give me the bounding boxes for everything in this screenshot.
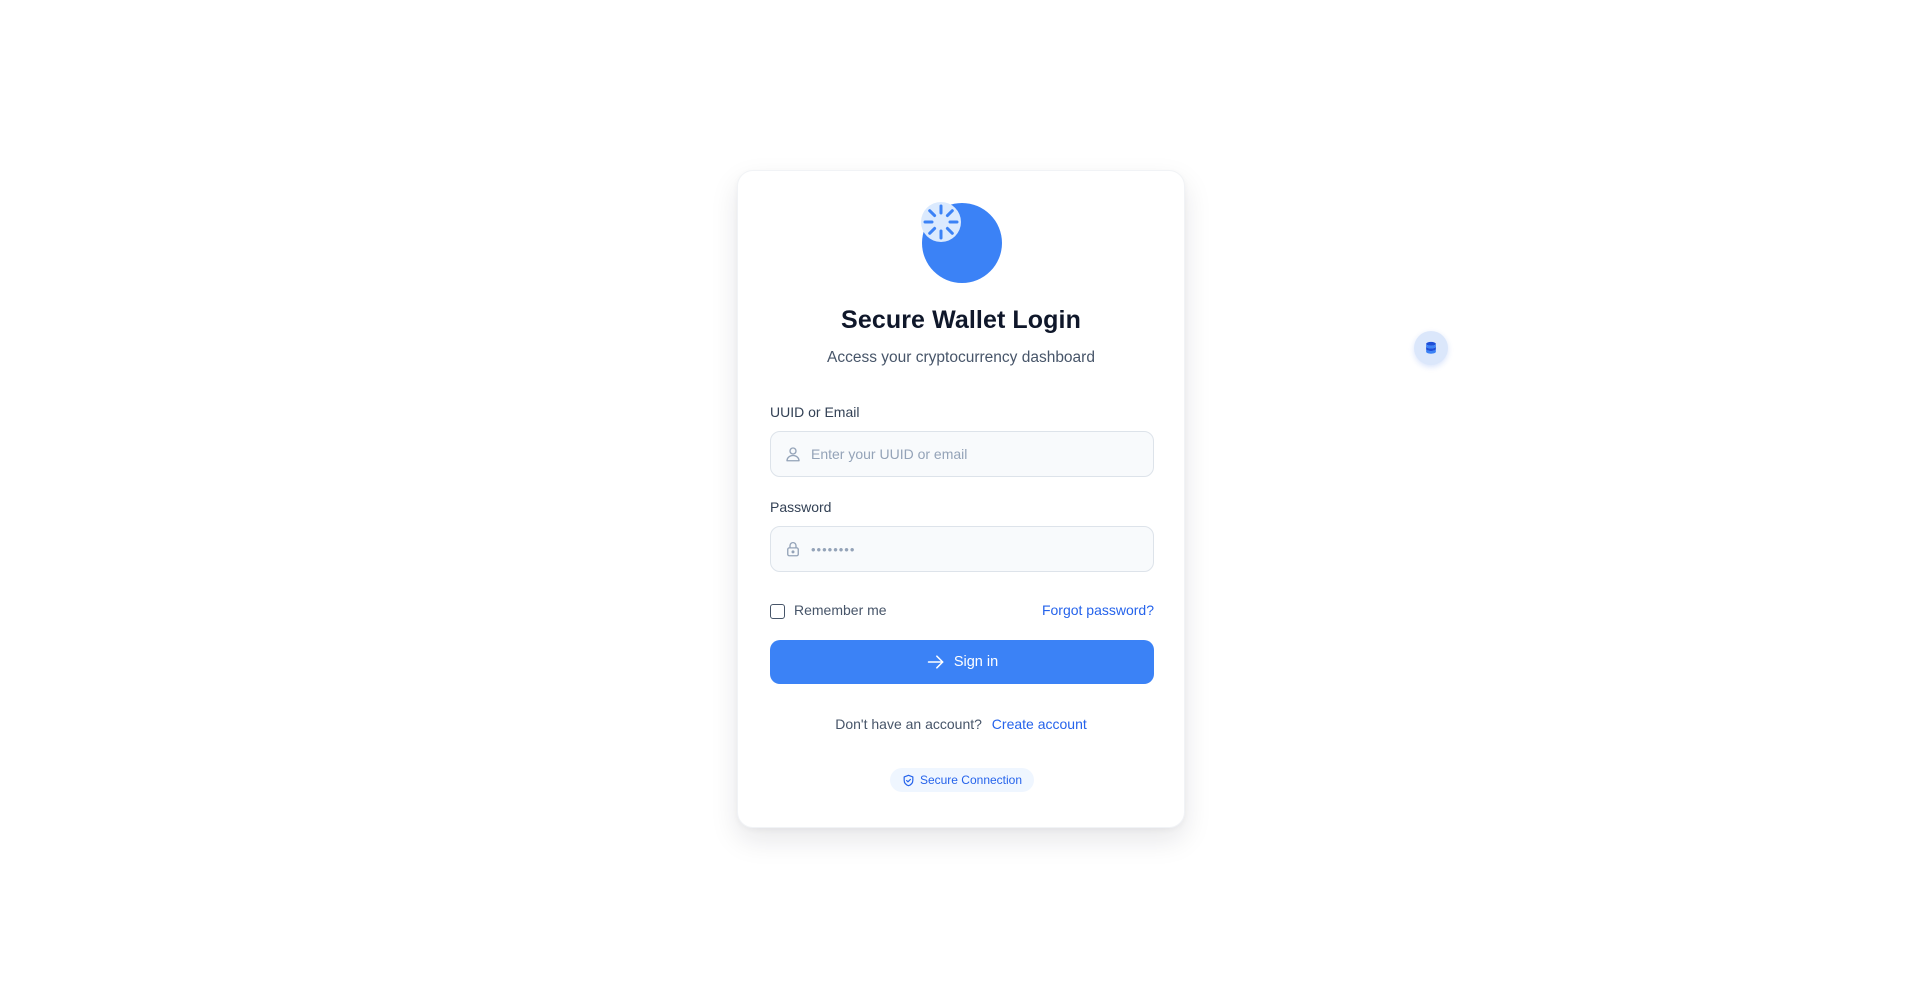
secure-connection-label: Secure Connection <box>919 773 1023 787</box>
user-icon <box>786 447 800 462</box>
sign-in-button[interactable]: Sign in <box>770 640 1154 684</box>
floating-coins-button[interactable] <box>1414 331 1448 365</box>
login-card: Secure Wallet Login Access your cryptocu… <box>737 170 1185 828</box>
logo <box>921 202 1002 283</box>
identifier-input[interactable] <box>811 432 1141 476</box>
remember-checkbox[interactable] <box>770 604 785 619</box>
remember-label[interactable]: Remember me <box>794 602 887 618</box>
identifier-field[interactable] <box>770 431 1154 477</box>
secure-connection-badge: Secure Connection <box>890 768 1034 792</box>
signup-prompt: Don't have an account? <box>835 716 982 732</box>
password-input[interactable] <box>811 527 1141 571</box>
create-account-link[interactable]: Create account <box>992 716 1087 732</box>
password-label: Password <box>770 499 832 515</box>
password-field[interactable] <box>770 526 1154 572</box>
forgot-password-link[interactable]: Forgot password? <box>1042 602 1154 618</box>
page-subtitle: Access your cryptocurrency dashboard <box>827 349 1095 366</box>
signup-row: Don't have an account? Create account <box>738 716 1184 732</box>
shield-check-icon <box>903 774 914 786</box>
lock-icon <box>787 542 799 557</box>
identifier-label: UUID or Email <box>770 404 860 420</box>
remember-row: Remember me Forgot password? <box>770 601 1154 621</box>
coins-icon <box>1426 341 1436 354</box>
page-title: Secure Wallet Login <box>841 306 1081 334</box>
arrow-right-icon <box>927 655 944 669</box>
sign-in-label: Sign in <box>953 654 999 670</box>
spinner-icon <box>921 202 961 242</box>
